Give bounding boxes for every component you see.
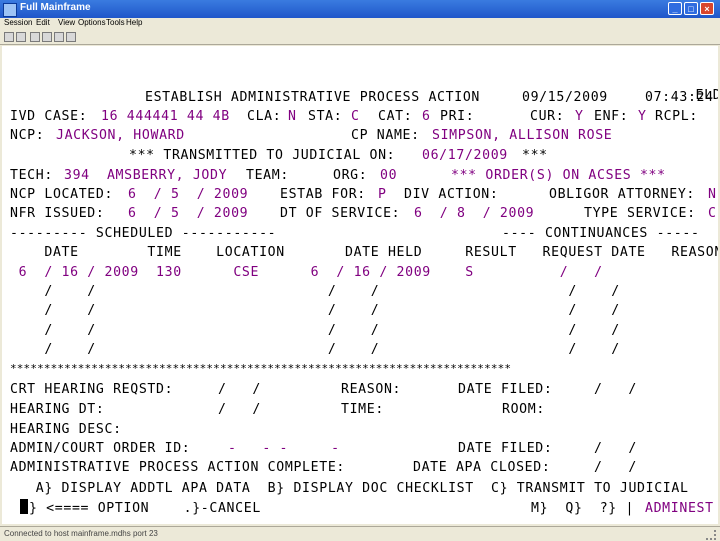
schedule-row[interactable]: / / / / / /	[10, 321, 620, 341]
help-icon[interactable]	[66, 32, 76, 42]
schedule-column-headers: DATE TIME LOCATION DATE HELD RESULT REQU…	[10, 245, 718, 260]
terminal-window: Full Mainframe _ □ × Session Edit View O…	[0, 0, 720, 541]
dt-of-service-label: DT OF SERVICE:	[280, 206, 401, 221]
copy-icon[interactable]	[16, 32, 26, 42]
enf-label: ENF:	[594, 109, 629, 124]
cur-label: CUR:	[530, 109, 565, 124]
hearing-dt-label: HEARING DT:	[10, 402, 105, 417]
date-filed-label: DATE FILED:	[458, 382, 553, 397]
div-action-label: DIV ACTION:	[404, 187, 499, 202]
status-text: Connected to host mainframe.mdhs port 23	[4, 529, 158, 538]
sta-label: STA:	[308, 109, 343, 124]
sta-field[interactable]: C	[351, 107, 360, 127]
type-service-field[interactable]: C	[708, 204, 717, 224]
hearing-dt-field[interactable]: / /	[218, 400, 261, 420]
toolbar	[0, 30, 720, 45]
terminal-screen[interactable]: ELDFJKM3 ESTABLISH ADMINISTRATIVE PROCES…	[2, 46, 718, 524]
continuances-header: ---- CONTINUANCES -----	[502, 226, 700, 241]
apa-closed-label: DATE APA CLOSED:	[413, 460, 551, 475]
schedule-row[interactable]: / / / / / /	[10, 301, 620, 321]
date-filed-2-label: DATE FILED:	[458, 441, 553, 456]
ivd-case-label: IVD CASE:	[10, 109, 88, 124]
ivd-case-field[interactable]: 16 444441 44 4B	[101, 107, 230, 127]
menu-help[interactable]: Help	[126, 18, 142, 27]
obligor-attorney-label: OBLIGOR ATTORNEY:	[549, 187, 696, 202]
ncp-located-label: NCP LOCATED:	[10, 187, 114, 202]
menu-edit[interactable]: Edit	[36, 18, 50, 27]
apa-complete-label: ADMINISTRATIVE PROCESS ACTION COMPLETE:	[10, 460, 345, 475]
schedule-row[interactable]: 6 / 16 / 2009 130 CSE 6 / 16 / 2009 S / …	[10, 263, 603, 283]
transmitted-end: ***	[522, 148, 548, 163]
transmitted-label: *** TRANSMITTED TO JUDICIAL ON:	[129, 148, 396, 163]
orders-message: *** ORDER(S) ON ACSES ***	[451, 168, 666, 183]
page-title: ESTABLISH ADMINISTRATIVE PROCESS ACTION	[145, 90, 480, 105]
cp-name-field[interactable]: SIMPSON, ALLISON ROSE	[432, 126, 612, 146]
org-label: ORG:	[333, 168, 368, 183]
options-line: A} DISPLAY ADDTL APA DATA B} DISPLAY DOC…	[10, 481, 689, 496]
reason-label: REASON:	[341, 382, 402, 397]
admin-order-label: ADMIN/COURT ORDER ID:	[10, 441, 191, 456]
enf-field[interactable]: Y	[638, 107, 647, 127]
transmitted-date: 06/17/2009	[422, 148, 508, 163]
cat-field[interactable]: 6	[422, 107, 431, 127]
admin-order-field[interactable]: - - - -	[228, 439, 340, 459]
cat-label: CAT:	[378, 109, 413, 124]
separator-line: ****************************************…	[10, 362, 512, 375]
paste-icon[interactable]	[30, 32, 40, 42]
ncp-located-field[interactable]: 6 / 5 / 2009	[128, 185, 248, 205]
scheduled-header: --------- SCHEDULED -----------	[10, 226, 277, 241]
status-bar: Connected to host mainframe.mdhs port 23	[0, 526, 720, 541]
schedule-row[interactable]: / / / / / /	[10, 282, 620, 302]
schedule-row[interactable]: / / / / / /	[10, 340, 620, 360]
crt-hearing-reqstd-field[interactable]: / /	[218, 380, 261, 400]
dt-of-service-field[interactable]: 6 / 8 / 2009	[414, 204, 534, 224]
team-label: TEAM:	[246, 168, 289, 183]
room-label: ROOM:	[502, 402, 545, 417]
close-button[interactable]: ×	[700, 2, 714, 15]
text-cursor	[20, 499, 28, 514]
menu-options[interactable]: Options	[78, 18, 106, 27]
pri-label: PRI:	[440, 109, 475, 124]
menu-view[interactable]: View	[58, 18, 75, 27]
date-filed-field[interactable]: / /	[594, 380, 637, 400]
menu-session[interactable]: Session	[4, 18, 32, 27]
nfr-issued-field[interactable]: 6 / 5 / 2009	[128, 204, 248, 224]
estab-for-field[interactable]: P	[378, 185, 387, 205]
title-bar[interactable]: Full Mainframe _ □ ×	[0, 0, 720, 18]
menu-bar: Session Edit View Options Tools Help	[0, 18, 720, 30]
cla-label: CLA:	[247, 109, 282, 124]
time-label: TIME:	[341, 402, 384, 417]
apa-closed-field[interactable]: / /	[594, 458, 637, 478]
rcpl-label: RCPL:	[655, 109, 698, 124]
app-icon	[3, 3, 17, 17]
menu-tools[interactable]: Tools	[106, 18, 125, 27]
option-keys: M} Q} ?} |	[531, 501, 635, 516]
date-filed-2-field[interactable]: / /	[594, 439, 637, 459]
org-field[interactable]: 00	[380, 166, 397, 186]
cur-field[interactable]: Y	[575, 107, 584, 127]
record-icon[interactable]	[42, 32, 52, 42]
nfr-issued-label: NFR ISSUED:	[10, 206, 105, 221]
hearing-desc-label: HEARING DESC:	[10, 422, 122, 437]
cp-name-label: CP NAME:	[351, 128, 420, 143]
screen-time: 07:43:24	[645, 90, 714, 105]
resize-grip-icon[interactable]	[706, 530, 716, 540]
obligor-attorney-field[interactable]: N	[708, 185, 717, 205]
crt-hearing-reqstd-label: CRT HEARING REQSTD:	[10, 382, 174, 397]
estab-for-label: ESTAB FOR:	[280, 187, 366, 202]
type-service-label: TYPE SERVICE:	[584, 206, 696, 221]
ncp-label: NCP:	[10, 128, 45, 143]
print-icon[interactable]	[4, 32, 14, 42]
tech-label: TECH:	[10, 168, 53, 183]
window-title: Full Mainframe	[20, 2, 91, 13]
cla-field[interactable]: N	[288, 107, 297, 127]
ncp-name-field[interactable]: JACKSON, HOWARD	[56, 126, 185, 146]
minimize-button[interactable]: _	[668, 2, 682, 15]
tech-field[interactable]: 394 AMSBERRY, JODY	[64, 166, 227, 186]
option-prompt[interactable]: } <==== OPTION .}-CANCEL	[29, 499, 261, 519]
screen-date: 09/15/2009	[522, 90, 608, 105]
option-menu-field[interactable]: ADMINEST	[645, 499, 714, 519]
macro-icon[interactable]	[54, 32, 64, 42]
maximize-button[interactable]: □	[684, 2, 698, 15]
